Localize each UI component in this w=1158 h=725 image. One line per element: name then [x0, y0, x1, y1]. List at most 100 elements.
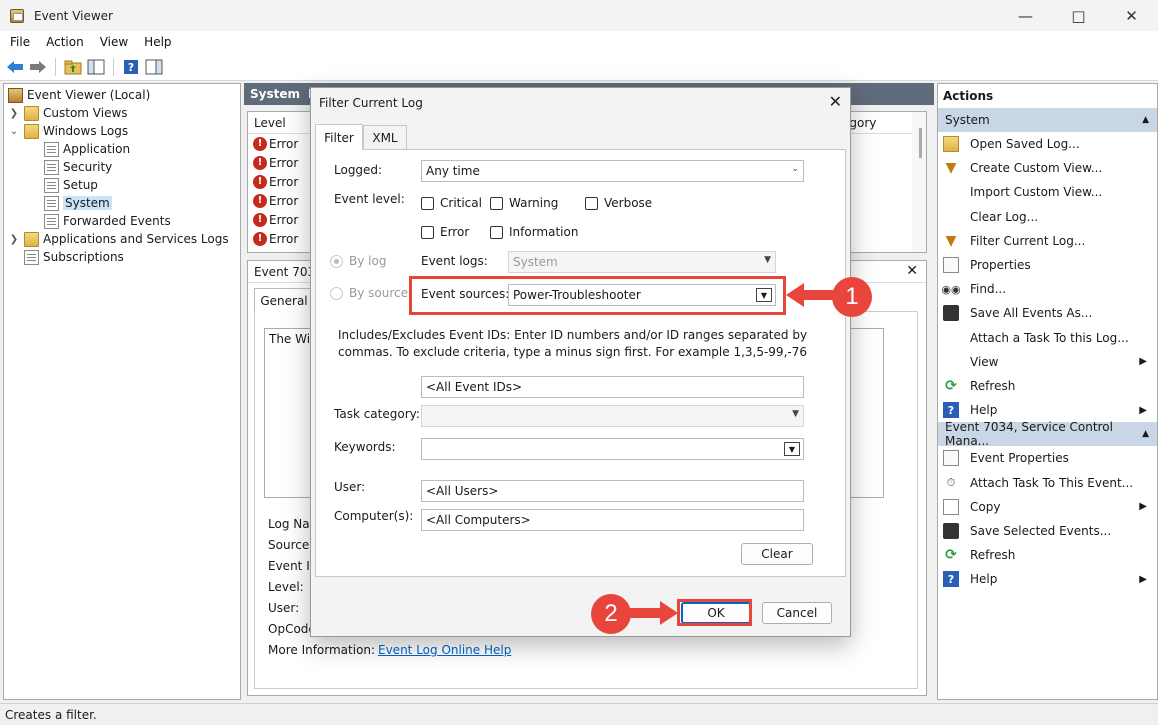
close-icon[interactable]: ✕: [1105, 0, 1158, 31]
event-viewer-icon: [8, 87, 23, 103]
warning-checkbox[interactable]: Warning: [490, 196, 558, 210]
tree-item-security[interactable]: Security: [44, 158, 112, 176]
properties-icon: [943, 450, 959, 467]
folder-icon: [24, 231, 39, 247]
field-level: Level:: [268, 580, 304, 594]
open-folder-icon: [943, 136, 959, 153]
tree-item-system[interactable]: System: [44, 194, 112, 212]
event-sources-select[interactable]: Power-Troubleshooter ▼: [508, 284, 776, 306]
actions-section-system[interactable]: System ▲: [938, 108, 1157, 132]
menu-view[interactable]: View: [92, 35, 136, 49]
tree-item-root[interactable]: Event Viewer (Local): [8, 86, 150, 104]
action-save-all-events[interactable]: Save All Events As...: [938, 301, 1157, 325]
subscriptions-icon: [24, 249, 39, 265]
clear-button[interactable]: Clear: [741, 543, 813, 565]
tree-item-custom-views[interactable]: ❯ Custom Views: [8, 104, 128, 122]
chevron-down-icon[interactable]: ⌄: [8, 126, 20, 137]
minimize-icon[interactable]: —: [999, 0, 1052, 31]
computer-input[interactable]: <All Computers>: [421, 509, 804, 531]
help-icon[interactable]: ?: [121, 57, 141, 77]
column-level[interactable]: Level: [254, 116, 286, 130]
ok-button[interactable]: OK: [681, 602, 751, 624]
submenu-arrow-icon: ▶: [1139, 573, 1147, 585]
field-log-name: Log Nar: [268, 517, 315, 531]
dropdown-arrow-icon[interactable]: ▼: [756, 288, 772, 302]
user-input[interactable]: <All Users>: [421, 480, 804, 502]
dropdown-arrow-icon[interactable]: ▼: [784, 442, 800, 456]
event-ids-input[interactable]: <All Event IDs>: [421, 376, 804, 398]
chevron-down-icon: ⌄: [791, 164, 799, 174]
action-attach-task-event[interactable]: ⏱ Attach Task To This Event...: [938, 470, 1157, 494]
computer-label: Computer(s):: [334, 509, 414, 523]
event-level-label: Event level:: [334, 192, 405, 206]
action-import-custom-view[interactable]: Import Custom View...: [938, 180, 1157, 204]
help-icon: ?: [943, 402, 959, 419]
up-folder-icon[interactable]: [63, 57, 83, 77]
tree-item-windows-logs[interactable]: ⌄ Windows Logs: [8, 122, 128, 140]
by-log-radio[interactable]: By log: [330, 254, 386, 268]
scrollbar[interactable]: [912, 112, 926, 252]
action-view[interactable]: View ▶: [938, 350, 1157, 374]
menu-action[interactable]: Action: [38, 35, 92, 49]
action-open-saved-log[interactable]: Open Saved Log...: [938, 132, 1157, 156]
action-attach-task-log[interactable]: Attach a Task To this Log...: [938, 326, 1157, 350]
event-log-online-help-link[interactable]: Event Log Online Help: [378, 643, 511, 657]
tree-item-setup[interactable]: Setup: [44, 176, 98, 194]
scrollbar-thumb[interactable]: [919, 128, 922, 158]
action-help-event[interactable]: ? Help ▶: [938, 567, 1157, 591]
action-find[interactable]: ◉◉ Find...: [938, 277, 1157, 301]
logged-select[interactable]: Any time ⌄: [421, 160, 804, 182]
critical-checkbox[interactable]: Critical: [421, 196, 482, 210]
close-icon[interactable]: ✕: [829, 92, 842, 111]
logged-label: Logged:: [334, 163, 383, 177]
tree-item-forwarded-events[interactable]: Forwarded Events: [44, 212, 171, 230]
event-ids-help-text: Includes/Excludes Event IDs: Enter ID nu…: [338, 328, 808, 359]
tree-item-application[interactable]: Application: [44, 140, 130, 158]
task-category-label: Task category:: [334, 407, 420, 421]
refresh-icon: ⟳: [945, 377, 957, 394]
back-arrow-icon[interactable]: [5, 57, 25, 77]
chevron-right-icon[interactable]: ❯: [8, 234, 20, 245]
svg-text:?: ?: [128, 61, 134, 74]
show-hide-tree-icon[interactable]: [86, 57, 106, 77]
tab-general[interactable]: General: [254, 288, 314, 312]
forward-arrow-icon[interactable]: [28, 57, 48, 77]
action-create-custom-view[interactable]: ▼ Create Custom View...: [938, 156, 1157, 180]
console-tree: Event Viewer (Local) ❯ Custom Views ⌄ Wi…: [3, 83, 241, 700]
action-clear-log[interactable]: Clear Log...: [938, 205, 1157, 229]
window-title: Event Viewer: [34, 8, 113, 23]
tree-item-subscriptions[interactable]: Subscriptions: [24, 248, 124, 266]
keywords-select[interactable]: ▼: [421, 438, 804, 460]
tab-xml[interactable]: XML: [363, 125, 407, 149]
toolbar-separator: [55, 57, 56, 76]
collapse-icon[interactable]: ▲: [1142, 115, 1149, 125]
actions-title: Actions: [938, 84, 1157, 108]
show-hide-action-pane-icon[interactable]: [144, 57, 164, 77]
field-source: Source:: [268, 538, 314, 552]
error-checkbox[interactable]: Error: [421, 225, 469, 239]
actions-pane: Actions System ▲ Open Saved Log... ▼ Crea…: [937, 83, 1158, 700]
verbose-checkbox[interactable]: Verbose: [585, 196, 652, 210]
cancel-button[interactable]: Cancel: [762, 602, 832, 624]
by-source-radio[interactable]: By source: [330, 286, 408, 300]
menu-help[interactable]: Help: [136, 35, 179, 49]
action-event-properties[interactable]: Event Properties: [938, 446, 1157, 470]
status-bar: Creates a filter.: [0, 703, 1158, 725]
action-properties[interactable]: Properties: [938, 253, 1157, 277]
tab-filter[interactable]: Filter: [315, 124, 363, 150]
information-checkbox[interactable]: Information: [490, 225, 578, 239]
actions-section-event[interactable]: Event 7034, Service Control Mana... ▲: [938, 420, 1157, 448]
action-filter-current-log[interactable]: ▼ Filter Current Log...: [938, 229, 1157, 253]
submenu-arrow-icon: ▶: [1139, 356, 1147, 368]
action-refresh-event[interactable]: ⟳ Refresh: [938, 543, 1157, 567]
action-copy[interactable]: Copy ▶: [938, 495, 1157, 519]
collapse-icon[interactable]: ▲: [1142, 429, 1149, 439]
menu-file[interactable]: File: [0, 35, 38, 49]
tree-item-apps-services-logs[interactable]: ❯ Applications and Services Logs: [8, 230, 229, 248]
close-icon[interactable]: ✕: [906, 263, 918, 279]
maximize-icon[interactable]: □: [1052, 0, 1105, 31]
chevron-right-icon[interactable]: ❯: [8, 108, 20, 119]
action-refresh[interactable]: ⟳ Refresh: [938, 374, 1157, 398]
action-save-selected-events[interactable]: Save Selected Events...: [938, 519, 1157, 543]
action-help[interactable]: ? Help ▶: [938, 398, 1157, 422]
